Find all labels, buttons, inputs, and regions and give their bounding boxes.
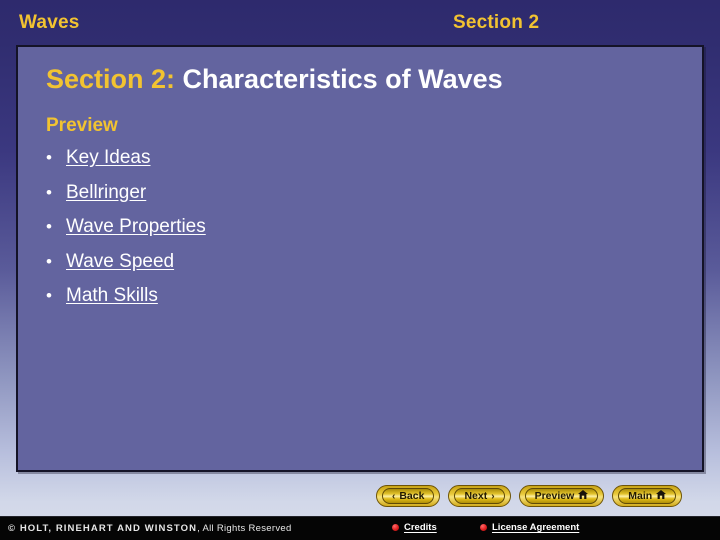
preview-heading: Preview: [46, 115, 118, 136]
section-label: Section 2: [453, 12, 540, 33]
preview-button-label: Preview: [534, 490, 575, 502]
bullet-dot-icon: [392, 524, 399, 531]
preview-link-list: • Key Ideas • Bellringer • Wave Properti…: [46, 147, 206, 320]
copyright-rights: , All Rights Reserved: [197, 523, 292, 534]
bullet-icon: •: [46, 286, 52, 305]
home-icon: [656, 490, 667, 502]
chevron-right-icon: ›: [491, 490, 495, 502]
footer-bar: © HOLT, RINEHART AND WINSTON, All Rights…: [0, 516, 720, 540]
bullet-icon: •: [46, 251, 52, 271]
back-button[interactable]: ‹ Back: [376, 485, 441, 507]
link-key-ideas[interactable]: Key Ideas: [66, 147, 151, 169]
slide-title-plain: Characteristics of Waves: [175, 64, 503, 94]
next-button-label: Next: [464, 490, 488, 502]
license-link-label: License Agreement: [492, 522, 580, 533]
home-icon-svg: [656, 490, 667, 500]
back-button-inner: ‹ Back: [382, 488, 435, 504]
next-button-inner: Next ›: [454, 488, 505, 504]
link-wave-properties[interactable]: Wave Properties: [66, 216, 206, 238]
license-agreement-link[interactable]: License Agreement: [480, 522, 579, 533]
preview-button[interactable]: Preview: [518, 485, 605, 507]
copyright-publisher: © HOLT, RINEHART AND WINSTON: [8, 523, 198, 534]
main-button-label: Main: [628, 490, 653, 502]
link-wave-speed[interactable]: Wave Speed: [66, 251, 174, 273]
link-bellringer[interactable]: Bellringer: [66, 182, 146, 204]
chevron-left-icon: ‹: [392, 490, 396, 502]
list-item[interactable]: • Key Ideas: [46, 147, 206, 182]
bullet-icon: •: [46, 182, 52, 202]
home-icon-svg: [578, 490, 589, 500]
credits-link[interactable]: Credits: [392, 522, 437, 533]
bullet-icon: •: [46, 148, 52, 167]
list-item[interactable]: • Wave Properties: [46, 216, 206, 251]
slide-content-panel: Section 2: Characteristics of Waves Prev…: [16, 45, 704, 472]
list-item[interactable]: • Math Skills: [46, 285, 206, 320]
credits-link-label: Credits: [404, 522, 437, 533]
next-button[interactable]: Next ›: [448, 485, 511, 507]
main-button[interactable]: Main: [612, 485, 683, 507]
course-title: Waves: [19, 12, 80, 33]
bullet-dot-icon: [480, 524, 487, 531]
home-icon: [578, 490, 589, 502]
back-button-label: Back: [399, 490, 425, 502]
bullet-icon: •: [46, 217, 52, 236]
slide-header-bar: Waves Section 2: [0, 0, 720, 45]
slide-title-accent: Section 2:: [46, 64, 176, 94]
slide-title: Section 2: Characteristics of Waves: [46, 64, 503, 95]
link-math-skills[interactable]: Math Skills: [66, 285, 158, 307]
preview-button-inner: Preview: [524, 488, 599, 504]
presentation-slide-screen: Waves Section 2 Section 2: Characteristi…: [0, 0, 720, 540]
copyright-text: © HOLT, RINEHART AND WINSTON, All Rights…: [8, 523, 292, 534]
navigation-button-bar: ‹ Back Next › Preview Main: [376, 484, 683, 508]
list-item[interactable]: • Wave Speed: [46, 251, 206, 286]
list-item[interactable]: • Bellringer: [46, 182, 206, 217]
main-button-inner: Main: [618, 488, 677, 504]
